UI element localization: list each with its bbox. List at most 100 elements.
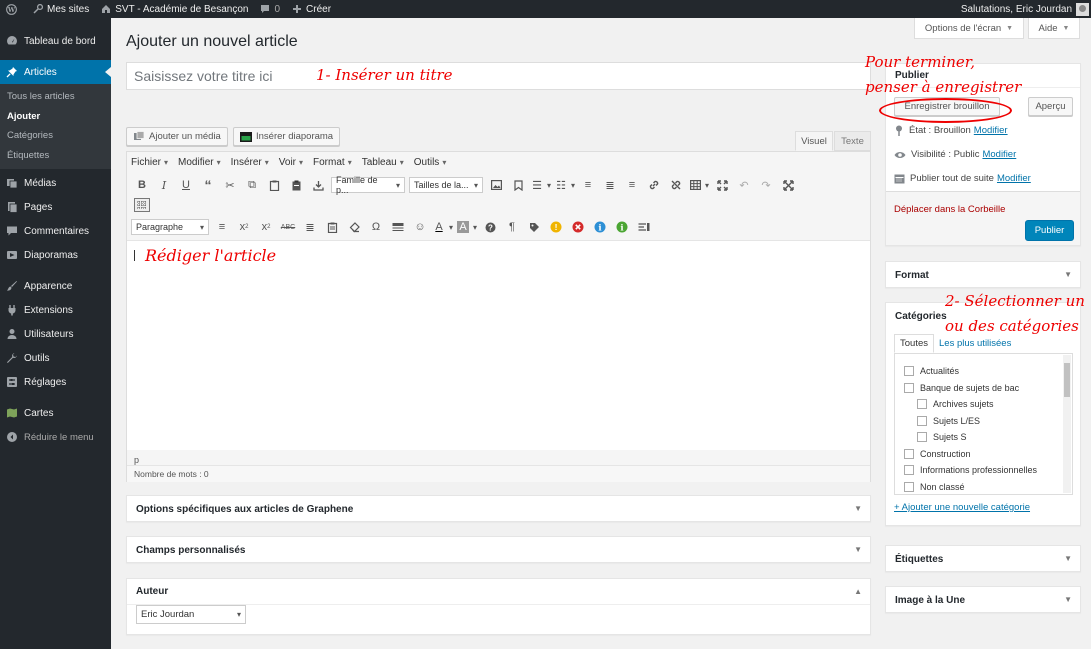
- emoticon-icon[interactable]: ☺: [409, 217, 431, 237]
- insert-block-icon[interactable]: [387, 217, 409, 237]
- category-checkbox[interactable]: [917, 432, 927, 442]
- page-break-icon[interactable]: [633, 217, 655, 237]
- category-checkbox[interactable]: [904, 383, 914, 393]
- category-checkbox[interactable]: [904, 482, 914, 492]
- font-family-select[interactable]: Famille de p...: [331, 175, 405, 195]
- table-dropdown-icon[interactable]: ▾: [703, 175, 711, 195]
- bookmark-icon[interactable]: [507, 175, 529, 195]
- list-item[interactable]: Construction: [904, 449, 971, 459]
- fullscreen-icon[interactable]: [711, 175, 733, 195]
- list-item[interactable]: Sujets S: [917, 432, 967, 442]
- sidebar-item-comments[interactable]: Commentaires: [0, 219, 111, 243]
- image-icon[interactable]: [485, 175, 507, 195]
- menu-file[interactable]: Fichier: [131, 157, 168, 168]
- sidebar-item-slideshows[interactable]: Diaporamas: [0, 243, 111, 267]
- sidebar-item-media[interactable]: Médias: [0, 171, 111, 195]
- list-item[interactable]: Informations professionnelles: [904, 465, 1037, 475]
- toggle-arrow-icon[interactable]: ▼: [854, 545, 862, 554]
- import-icon[interactable]: [307, 175, 329, 195]
- justify-icon[interactable]: ≣: [299, 217, 321, 237]
- sidebar-item-maps[interactable]: Cartes: [0, 401, 111, 425]
- post-title-input[interactable]: [126, 62, 871, 90]
- sidebar-item-articles[interactable]: Articles: [0, 60, 111, 84]
- numbered-list-icon[interactable]: ☷: [553, 175, 569, 195]
- help-circle-icon[interactable]: ?: [479, 217, 501, 237]
- insert-slideshow-button[interactable]: Insérer diaporama: [233, 127, 341, 146]
- tab-all-categories[interactable]: Toutes: [894, 334, 934, 353]
- tab-text[interactable]: Texte: [834, 131, 871, 151]
- paste-icon[interactable]: [263, 175, 285, 195]
- sidebar-item-pages[interactable]: Pages: [0, 195, 111, 219]
- author-select[interactable]: Eric Jourdan: [136, 605, 246, 624]
- submenu-categories[interactable]: Catégories: [0, 126, 111, 146]
- toggle-arrow-icon[interactable]: ▼: [854, 504, 862, 513]
- tags-box[interactable]: Étiquettes ▼: [885, 545, 1081, 572]
- background-color-icon[interactable]: A: [455, 217, 471, 237]
- superscript-icon[interactable]: x2: [255, 217, 277, 237]
- toggle-arrow-icon[interactable]: ▼: [1064, 595, 1072, 604]
- list-item[interactable]: Sujets L/ES: [917, 416, 980, 426]
- format-box[interactable]: Format ▼: [885, 261, 1081, 288]
- background-color-dropdown-icon[interactable]: ▾: [471, 217, 479, 237]
- list-item[interactable]: Non classé: [904, 482, 965, 492]
- paste-text-icon[interactable]: [285, 175, 307, 195]
- info-icon[interactable]: i: [589, 217, 611, 237]
- underline-icon[interactable]: U: [175, 175, 197, 195]
- edit-schedule-link[interactable]: Modifier: [997, 173, 1031, 184]
- featured-image-box[interactable]: Image à la Une ▼: [885, 586, 1081, 613]
- redo-icon[interactable]: ↷: [755, 175, 777, 195]
- graphene-options-box[interactable]: Options spécifiques aux articles de Grap…: [126, 495, 871, 522]
- tab-visual[interactable]: Visuel: [795, 131, 833, 151]
- list-item[interactable]: Actualités: [904, 366, 959, 376]
- list-item[interactable]: Banque de sujets de bac: [904, 383, 1019, 393]
- my-sites-link[interactable]: Mes sites: [27, 0, 95, 18]
- bullet-list-icon[interactable]: ☰: [529, 175, 545, 195]
- copy-icon[interactable]: ⧉: [241, 175, 263, 195]
- add-category-link[interactable]: + Ajouter une nouvelle catégorie: [894, 502, 1030, 513]
- numbered-list-dropdown-icon[interactable]: ▾: [569, 175, 577, 195]
- warning-icon[interactable]: !: [545, 217, 567, 237]
- menu-format[interactable]: Format: [313, 157, 352, 168]
- strikethrough-icon[interactable]: ABC: [277, 217, 299, 237]
- success-info-icon[interactable]: i: [611, 217, 633, 237]
- help-button[interactable]: Aide ▼: [1028, 18, 1080, 39]
- pilcrow-icon[interactable]: ¶: [501, 217, 523, 237]
- preview-button[interactable]: Aperçu: [1028, 97, 1073, 116]
- horizontal-rule-icon[interactable]: ≡: [211, 217, 233, 237]
- editor-content-area[interactable]: [127, 240, 870, 450]
- paragraph-format-select[interactable]: Paragraphe: [131, 219, 209, 235]
- sidebar-item-settings[interactable]: Réglages: [0, 370, 111, 394]
- category-checkbox[interactable]: [917, 416, 927, 426]
- add-media-button[interactable]: Ajouter un média: [126, 127, 228, 146]
- subscript-icon[interactable]: x2: [233, 217, 255, 237]
- create-new-link[interactable]: Créer: [286, 0, 337, 18]
- undo-icon[interactable]: ↶: [733, 175, 755, 195]
- menu-view[interactable]: Voir: [279, 157, 303, 168]
- bold-icon[interactable]: B: [131, 175, 153, 195]
- cut-icon[interactable]: ✂: [219, 175, 241, 195]
- link-icon[interactable]: [643, 175, 665, 195]
- custom-fields-box[interactable]: Champs personnalisés ▼: [126, 536, 871, 563]
- list-item[interactable]: Archives sujets: [917, 399, 994, 409]
- comments-link[interactable]: 0: [254, 0, 286, 18]
- sidebar-item-appearance[interactable]: Apparence: [0, 274, 111, 298]
- error-icon[interactable]: [567, 217, 589, 237]
- category-checkbox[interactable]: [904, 366, 914, 376]
- category-checkbox[interactable]: [904, 465, 914, 475]
- publish-button[interactable]: Publier: [1025, 220, 1074, 241]
- sidebar-item-users[interactable]: Utilisateurs: [0, 322, 111, 346]
- toggle-arrow-icon[interactable]: ▼: [1064, 554, 1072, 563]
- toggle-arrow-up-icon[interactable]: ▲: [854, 587, 862, 596]
- clear-formatting-icon[interactable]: [343, 217, 365, 237]
- table-icon[interactable]: [687, 175, 703, 195]
- paste-word-icon[interactable]: [321, 217, 343, 237]
- move-to-trash-link[interactable]: Déplacer dans la Corbeille: [894, 204, 1005, 215]
- wordpress-logo-icon[interactable]: W: [0, 0, 27, 18]
- unlink-icon[interactable]: [665, 175, 687, 195]
- submenu-tags[interactable]: Étiquettes: [0, 146, 111, 166]
- site-name-link[interactable]: SVT - Académie de Besançon: [95, 0, 254, 18]
- toolbar-toggle-icon[interactable]: [131, 195, 153, 215]
- menu-table[interactable]: Tableau: [362, 157, 404, 168]
- screen-options-button[interactable]: Options de l'écran ▼: [914, 18, 1024, 39]
- toggle-arrow-icon[interactable]: ▼: [1064, 270, 1072, 279]
